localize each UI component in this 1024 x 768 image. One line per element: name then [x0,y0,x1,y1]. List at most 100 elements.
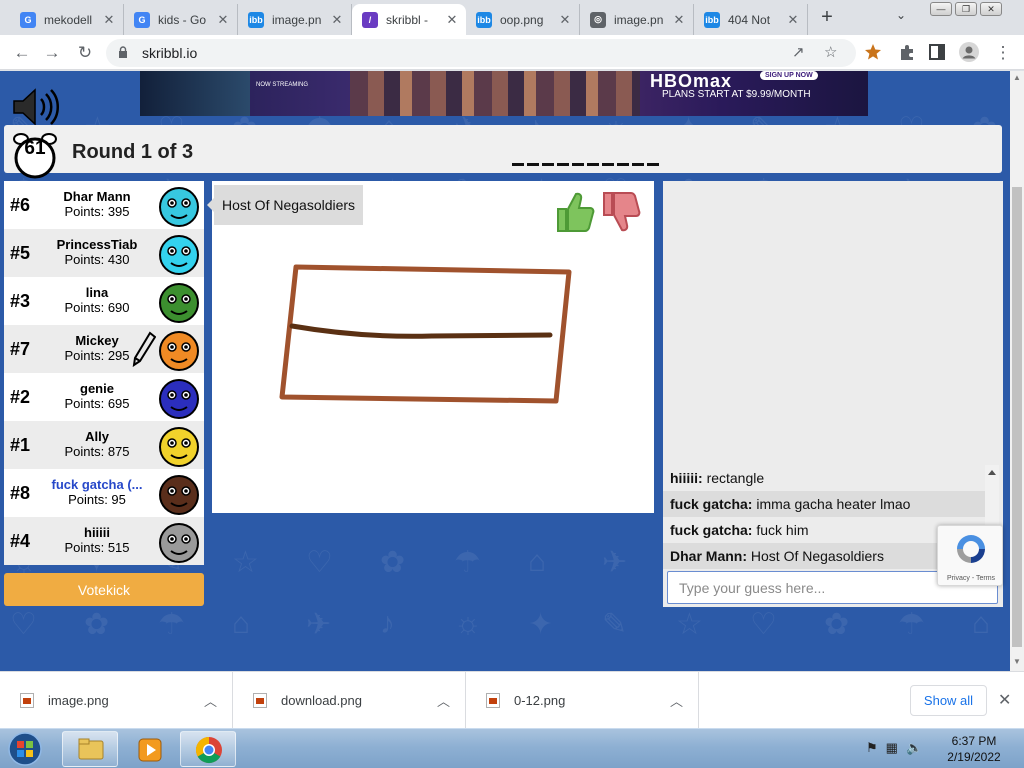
player-row[interactable]: #7 Mickey Points: 295 [4,325,204,373]
tab-title: 404 Not [728,12,771,27]
restore-window-icon[interactable]: ❐ [955,2,977,16]
player-avatar [159,523,199,563]
taskbar-file-explorer[interactable] [62,731,118,767]
tab-close-icon[interactable]: ✕ [671,12,687,28]
player-row[interactable]: #3 lina Points: 690 [4,277,204,325]
network-icon[interactable]: ▦ [886,740,898,756]
reload-icon[interactable]: ↻ [73,41,97,65]
ad-plans-text: PLANS START AT $9.99/MONTH [662,89,811,100]
drawing-canvas[interactable]: Host Of Negasoldiers [207,181,654,513]
speaker-icon[interactable] [10,85,60,129]
address-bar[interactable]: skribbl.io ↗ ☆ [106,39,856,67]
chat-text: imma gacha heater lmao [756,496,911,512]
doodle-decoration: ⌂ [528,545,547,578]
lock-icon [119,46,127,58]
start-orb-icon[interactable] [6,731,44,767]
browser-tab[interactable]: Gmekodell ✕ [10,4,124,35]
browser-tab[interactable]: ibb 404 Not ✕ [694,4,808,35]
drawer-speech-bubble: Host Of Negasoldiers [207,185,364,225]
doodle-decoration: ☂ [454,546,481,579]
scroll-up-icon[interactable]: ▲ [1010,73,1024,82]
bookmark-star-icon[interactable]: ☆ [824,43,837,61]
player-points: Points: 875 [64,444,130,459]
player-row[interactable]: #4 hiiiii Points: 515 [4,517,204,565]
player-row[interactable]: #5 PrincessTiab Points: 430 [4,229,204,277]
tab-close-icon[interactable]: ✕ [444,12,460,28]
recaptcha-badge[interactable]: Privacy - Terms [937,525,1003,586]
ad-poster-image [140,71,250,116]
tab-search-icon[interactable]: ⌄ [896,8,906,22]
system-clock[interactable]: 6:37 PM 2/19/2022 [940,733,1008,765]
votekick-button[interactable]: Votekick [4,573,204,606]
doodle-decoration: ♪ [380,607,395,640]
new-tab-icon[interactable]: + [816,6,838,28]
doodle-decoration: ☆ [676,608,703,641]
browser-tab[interactable]: ◎ image.pn ✕ [580,4,694,35]
scroll-down-icon[interactable]: ▼ [1010,657,1024,666]
chat-text: fuck him [756,522,809,538]
globe-icon: ◎ [590,11,606,28]
download-item[interactable]: 0-12.png ︿ [466,672,699,729]
thumbs-down-icon[interactable] [600,189,642,235]
extension-star-icon[interactable] [864,43,882,61]
thumbs-up-icon[interactable] [554,189,596,235]
tab-close-icon[interactable]: ✕ [329,12,345,28]
download-filename: 0-12.png [514,693,566,708]
chat-author: fuck gatcha: [670,522,753,538]
doodle-decoration: ♡ [750,608,777,641]
doodle-decoration: ♡ [10,608,37,641]
player-name: PrincessTiab [56,237,138,252]
browser-tab[interactable]: Gkids - Go ✕ [124,4,238,35]
share-icon[interactable]: ↗ [792,43,805,61]
skribbl-page: ✎☆♡✿☂⌂✈♪☼✦✎☆♡✿☂⌂✈♪☼✦✎☆♡✿☂⌂✈♪☼✦✎☆♡✿☂⌂✈♪☼✦… [0,71,1010,671]
download-filename: image.png [48,693,109,708]
chevron-up-icon[interactable]: ︿ [437,691,450,710]
ad-banner[interactable]: NOW STREAMING HBOmax SIGN UP NOW PLANS S… [140,71,868,116]
extensions-puzzle-icon[interactable] [898,43,916,61]
profile-avatar-icon[interactable] [959,42,979,62]
player-points: Points: 95 [68,492,126,507]
doodle-decoration: ✈ [602,546,628,579]
player-rank: #6 [10,195,31,215]
volume-icon[interactable]: 🔈 [906,740,922,756]
doodle-decoration: ✿ [824,608,850,641]
tab-close-icon[interactable]: ✕ [215,12,231,28]
player-rank: #1 [10,435,31,455]
player-row[interactable]: #8 fuck gatcha (... Points: 95 [4,469,204,517]
back-icon[interactable]: ← [10,41,34,65]
player-avatar [159,475,199,515]
minimize-window-icon[interactable]: — [930,2,952,16]
player-row[interactable]: #2 genie Points: 695 [4,373,204,421]
download-item[interactable]: image.png ︿ [0,672,233,729]
tab-close-icon[interactable]: ✕ [101,12,117,28]
ad-signup-button[interactable]: SIGN UP NOW [760,71,818,80]
browser-tab[interactable]: ibb image.pn ✕ [238,4,352,35]
close-downloads-icon[interactable]: ✕ [998,690,1011,710]
chevron-up-icon[interactable]: ︿ [670,691,683,710]
player-row[interactable]: #6 Dhar Mann Points: 395 [4,181,204,229]
page-scrollbar-thumb[interactable] [1012,187,1022,647]
download-item[interactable]: download.png ︿ [233,672,466,729]
browser-tab[interactable]: ibb oop.png ✕ [466,4,580,35]
page-scrollbar[interactable]: ▲ ▼ [1010,71,1024,671]
player-row[interactable]: #1 Ally Points: 875 [4,421,204,469]
chevron-up-icon[interactable]: ︿ [204,691,217,710]
show-all-downloads-button[interactable]: Show all [910,685,987,716]
side-panel-icon[interactable] [929,44,945,60]
word-blank [632,163,644,166]
chrome-menu-icon[interactable]: ⋮ [991,41,1015,65]
doodle-decoration: ☆ [232,546,259,579]
close-window-icon[interactable]: ✕ [980,2,1002,16]
player-rank: #3 [10,291,31,311]
tab-close-icon[interactable]: ✕ [785,12,801,28]
forward-icon[interactable]: → [40,41,64,65]
browser-tab[interactable]: / skribbl - ✕ [352,4,466,35]
recaptcha-terms-text[interactable]: Privacy - Terms [938,575,1004,582]
clock-date: 2/19/2022 [947,750,1001,764]
chrome-icon [195,736,222,764]
action-center-flag-icon[interactable]: ⚑ [866,740,878,756]
taskbar-chrome[interactable] [180,731,236,767]
drawing-pencil-icon [132,331,156,367]
taskbar-media-player[interactable] [122,731,178,767]
tab-close-icon[interactable]: ✕ [557,12,573,28]
